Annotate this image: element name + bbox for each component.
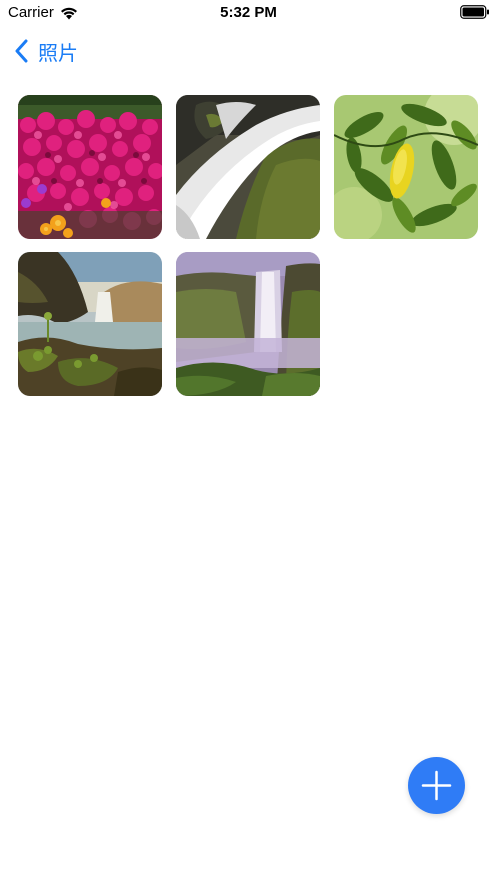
plus-icon [421, 770, 452, 801]
waterfall-rocks-image [176, 95, 320, 239]
add-photo-button[interactable] [408, 757, 465, 814]
navigation-bar: 照片 [0, 30, 497, 74]
photo-thumbnail-waterfall-rocks[interactable] [176, 95, 320, 239]
battery-icon [460, 5, 489, 19]
misty-waterfall-image [176, 252, 320, 396]
status-bar: Carrier 5:32 PM [0, 0, 497, 26]
photo-thumbnail-pink-flowers[interactable] [18, 95, 162, 239]
photo-thumbnail-misty-waterfall[interactable] [176, 252, 320, 396]
back-button[interactable]: 照片 [14, 36, 78, 66]
chevron-left-icon [15, 39, 28, 63]
photo-thumbnail-lemon-leaves[interactable] [334, 95, 478, 239]
lemon-leaves-image [334, 95, 478, 239]
back-label: 照片 [38, 40, 78, 65]
waterfall-cliff-image [18, 252, 162, 396]
pink-flowers-image [18, 95, 162, 239]
photo-thumbnail-waterfall-cliff[interactable] [18, 252, 162, 396]
clock: 5:32 PM [220, 4, 277, 21]
